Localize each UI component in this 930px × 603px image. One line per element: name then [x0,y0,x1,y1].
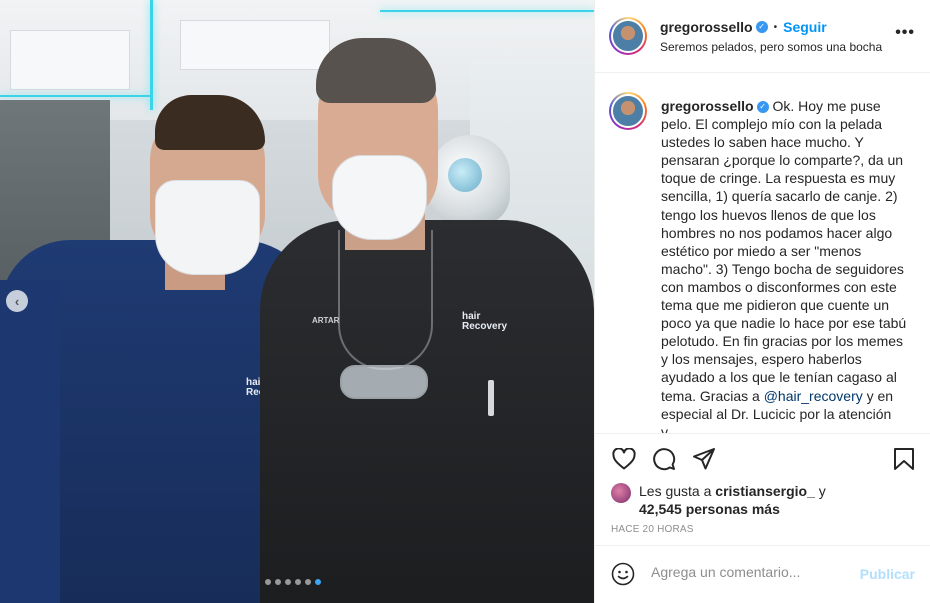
publish-button[interactable]: Publicar [860,566,915,582]
name-tag: ARTAR [312,316,340,325]
person-right-mask [332,155,427,240]
carousel-dot [305,579,311,585]
post-header: gregorossello ✓ • Seguir Seremos pelados… [595,0,930,73]
caption-username[interactable]: gregorossello [661,98,754,114]
post-caption: gregorossello ✓ Ok. Hoy me puse pelo. El … [661,97,909,433]
caption-text-1: Ok. Hoy me puse pelo. El complejo mío co… [661,98,907,404]
person-left-arm [0,280,60,603]
ceiling-panel [180,20,330,70]
carousel-prev-button[interactable]: ‹ [6,290,28,312]
carousel-dot [265,579,271,585]
comment-bar: Publicar [595,545,930,603]
likes-middle: y [814,483,826,499]
likes-summary: Les gusta a cristiansergio_ y 42,545 per… [611,482,826,518]
liker-avatar[interactable] [611,483,631,503]
carousel-dot [275,579,281,585]
verified-badge-icon: ✓ [755,21,768,33]
surgical-lamp-lens [448,158,482,192]
likes-prefix: Les gusta a [639,483,716,499]
caption-mention-link[interactable]: @hair_recovery [764,388,863,404]
verified-badge-icon: ✓ [756,101,769,114]
carousel-dot [315,579,321,585]
author-username[interactable]: gregorossello [660,19,753,35]
person-left-mask [155,180,260,275]
bookmark-icon[interactable] [891,446,917,472]
likes-count[interactable]: 42,545 personas más [639,501,780,517]
emoji-icon[interactable] [611,562,635,591]
comment-icon[interactable] [651,446,677,472]
post-photo[interactable]: hair Recovery hair Recovery ARTAR ‹ [0,0,594,603]
author-subtitle: Seremos pelados, pero somos una bocha [660,40,883,54]
likes-text: Les gusta a cristiansergio_ y 42,545 per… [639,482,826,518]
logo-hair-recovery-right: hair Recovery [462,311,508,332]
carousel-dot [285,579,291,585]
post-side-panel: gregorossello ✓ • Seguir Seremos pelados… [594,0,930,603]
light-strip [380,10,594,12]
loupe-strap [338,230,433,370]
carousel-dot [295,579,301,585]
light-strip [0,95,150,97]
post-timestamp[interactable]: HACE 20 HORAS [611,524,694,535]
post-actions: Les gusta a cristiansergio_ y 42,545 per… [595,433,930,545]
dental-loupe [340,365,428,399]
light-strip [150,0,153,110]
follow-button[interactable]: Seguir [783,19,827,35]
author-name-row: gregorossello ✓ • Seguir [660,19,827,35]
share-icon[interactable] [691,446,717,472]
heart-icon[interactable] [611,446,637,472]
caption-avatar[interactable] [609,92,647,130]
ceiling-panel [10,30,130,90]
liker-username[interactable]: cristiansergio_ [715,483,815,499]
pocket-pen [488,380,494,416]
header-separator: • [773,21,778,33]
author-avatar[interactable] [609,17,647,55]
caption-section: gregorossello ✓ Ok. Hoy me puse pelo. El … [595,73,930,433]
comment-input[interactable] [651,564,851,580]
carousel-indicator [265,579,321,585]
more-options-icon[interactable]: ••• [895,24,915,42]
